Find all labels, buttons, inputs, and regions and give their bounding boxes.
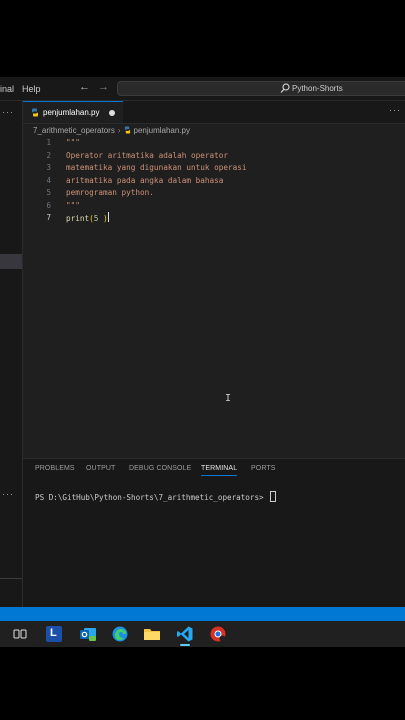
code-line: Operator aritmatika adalah operator [66, 150, 228, 160]
bottom-panel: PROBLEMS OUTPUT DEBUG CONSOLE TERMINAL P… [23, 458, 405, 609]
tab-problems[interactable]: PROBLEMS [35, 465, 75, 472]
command-center-search[interactable]: Python-Shorts [117, 81, 405, 96]
line-number: 2 [46, 150, 51, 160]
more-actions-icon[interactable]: ··· [2, 489, 14, 499]
selected-file-row[interactable] [0, 254, 22, 269]
breadcrumb-file[interactable]: penjumlahan.py [134, 126, 190, 135]
python-file-icon [32, 108, 38, 117]
breadcrumb: 7_arithmetic_operators › penjumlahan.py [33, 126, 190, 135]
back-arrow-icon[interactable]: ← [79, 81, 90, 93]
terminal-output[interactable]: PS D:\GitHub\Python-Shorts\7_arithmetic_… [35, 491, 277, 502]
line-number: 6 [46, 200, 51, 210]
terminal-cursor [270, 491, 277, 502]
search-icon [280, 83, 290, 93]
unsaved-dot-icon[interactable] [109, 110, 115, 116]
tab-label: penjumlahan.py [43, 108, 100, 117]
mouse-ibeam-icon: I [225, 393, 232, 404]
explorer-sidebar: ··· ··· [0, 101, 23, 608]
l-app-letter: L [50, 627, 57, 639]
tab-ports[interactable]: PORTS [251, 465, 276, 472]
chrome-profile-icon[interactable] [209, 625, 227, 643]
tab-output[interactable]: OUTPUT [86, 465, 115, 472]
tab-penjumlahan-py[interactable]: penjumlahan.py [23, 101, 123, 123]
forward-arrow-icon[interactable]: → [98, 81, 109, 93]
code-line: pemrograman python. [66, 188, 154, 197]
line-number: 3 [46, 163, 51, 172]
code-line: """ [66, 200, 80, 210]
status-bar [0, 607, 405, 621]
breadcrumb-folder[interactable]: 7_arithmetic_operators [33, 126, 115, 135]
line-number: 1 [46, 138, 51, 147]
code-lines: """ Operator aritmatika adalah operator … [66, 137, 247, 225]
code-number: 5 [93, 214, 104, 223]
line-number: 7 [46, 213, 51, 222]
code-line: matematika yang digunakan untuk operasi [66, 163, 247, 172]
vscode-window: inal Help ← → Python-Shorts ··· ··· penj… [0, 77, 405, 647]
tab-debug-console[interactable]: DEBUG CONSOLE [129, 465, 191, 472]
line-number-gutter: 1 2 3 4 5 6 7 [23, 137, 51, 225]
code-function: print [66, 214, 90, 223]
breadcrumb-chevron-icon: › [117, 126, 121, 135]
title-bar: inal Help ← → Python-Shorts [0, 77, 405, 101]
line-number: 4 [46, 175, 51, 185]
editor-tabs: penjumlahan.py ··· [23, 101, 405, 124]
menu-help[interactable]: Help [22, 84, 41, 94]
divider [0, 578, 22, 579]
outlook-icon[interactable] [79, 625, 97, 643]
more-actions-icon[interactable]: ··· [2, 107, 14, 117]
more-actions-icon[interactable]: ··· [389, 105, 401, 115]
code-editor[interactable]: 1 2 3 4 5 6 7 """ Operator aritmatika ad… [23, 137, 405, 457]
l-app-icon[interactable]: L [45, 625, 63, 643]
file-explorer-icon[interactable] [143, 625, 161, 643]
terminal-prompt: PS D:\GitHub\Python-Shorts\7_arithmetic_… [35, 493, 269, 502]
tab-terminal[interactable]: TERMINAL [201, 465, 238, 476]
line-number: 5 [46, 188, 51, 197]
code-line: print(5 ) [66, 212, 247, 225]
edge-icon[interactable] [111, 625, 129, 643]
vscode-icon[interactable] [176, 625, 194, 646]
command-center-label: Python-Shorts [292, 84, 343, 93]
menu-terminal[interactable]: inal [0, 84, 14, 94]
text-cursor [107, 212, 109, 222]
code-line: """ [66, 138, 80, 147]
windows-taskbar: L [0, 621, 405, 647]
task-view-icon[interactable] [11, 625, 29, 643]
python-file-icon [124, 126, 130, 134]
code-line: aritmatika pada angka dalam bahasa [66, 175, 224, 185]
